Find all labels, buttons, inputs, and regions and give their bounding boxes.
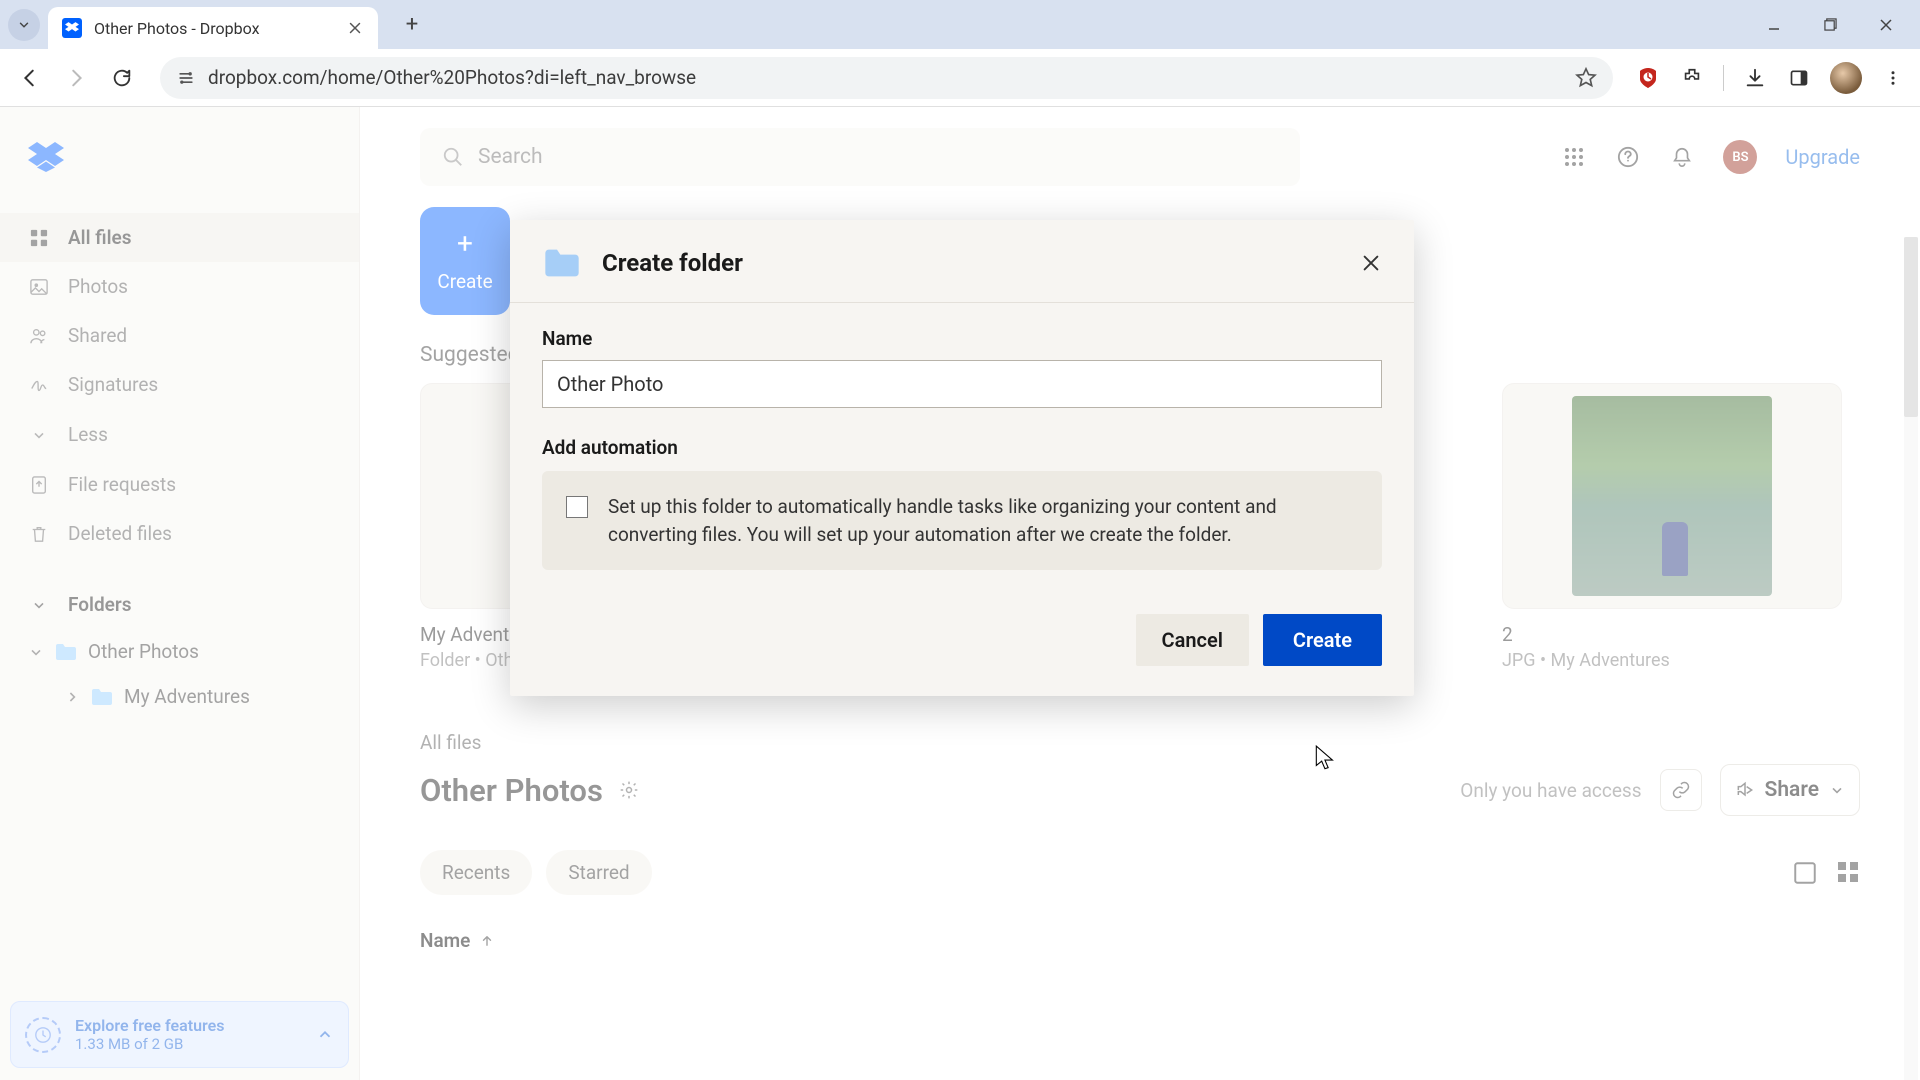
chevron-down-icon xyxy=(17,18,31,32)
browser-tab-strip: Other Photos - Dropbox + xyxy=(0,0,1920,49)
browser-menu-icon[interactable] xyxy=(1880,65,1906,91)
name-field-label: Name xyxy=(542,327,1382,350)
arrow-right-icon xyxy=(65,67,87,89)
sidepanel-icon[interactable] xyxy=(1786,65,1812,91)
browser-profile-avatar[interactable] xyxy=(1830,62,1862,94)
ublock-extension-icon[interactable] xyxy=(1635,65,1661,91)
automation-option: Set up this folder to automatically hand… xyxy=(542,471,1382,570)
bookmark-star-icon[interactable] xyxy=(1575,67,1597,89)
address-bar[interactable]: dropbox.com/home/Other%20Photos?di=left_… xyxy=(160,57,1613,99)
tab-title: Other Photos - Dropbox xyxy=(94,19,346,38)
downloads-icon[interactable] xyxy=(1742,65,1768,91)
dropbox-favicon xyxy=(62,18,82,38)
automation-description: Set up this folder to automatically hand… xyxy=(608,493,1358,548)
forward-button[interactable] xyxy=(60,62,92,94)
minimize-button[interactable] xyxy=(1760,11,1788,39)
reload-button[interactable] xyxy=(106,62,138,94)
create-folder-modal: Create folder Name Add automation Set up… xyxy=(510,220,1414,696)
url-text: dropbox.com/home/Other%20Photos?di=left_… xyxy=(208,66,1563,89)
modal-title: Create folder xyxy=(602,249,743,277)
tab-search-dropdown[interactable] xyxy=(8,9,40,41)
site-settings-icon[interactable] xyxy=(176,68,196,88)
browser-toolbar: dropbox.com/home/Other%20Photos?di=left_… xyxy=(0,49,1920,107)
close-window-button[interactable] xyxy=(1872,11,1900,39)
window-controls xyxy=(1760,11,1912,39)
close-tab-icon[interactable] xyxy=(346,19,364,37)
automation-checkbox[interactable] xyxy=(566,496,588,518)
create-confirm-button[interactable]: Create xyxy=(1263,614,1382,666)
browser-tab[interactable]: Other Photos - Dropbox xyxy=(48,7,378,49)
reload-icon xyxy=(111,67,133,89)
automation-label: Add automation xyxy=(542,436,1382,459)
folder-name-input[interactable] xyxy=(542,360,1382,408)
separator xyxy=(1723,65,1724,91)
maximize-button[interactable] xyxy=(1816,11,1844,39)
dropbox-icon xyxy=(65,22,79,34)
new-tab-button[interactable]: + xyxy=(394,7,430,43)
extensions-icon[interactable] xyxy=(1679,65,1705,91)
arrow-left-icon xyxy=(19,67,41,89)
folder-icon xyxy=(542,246,582,280)
close-icon[interactable] xyxy=(1360,252,1382,274)
back-button[interactable] xyxy=(14,62,46,94)
cancel-button[interactable]: Cancel xyxy=(1136,614,1249,666)
